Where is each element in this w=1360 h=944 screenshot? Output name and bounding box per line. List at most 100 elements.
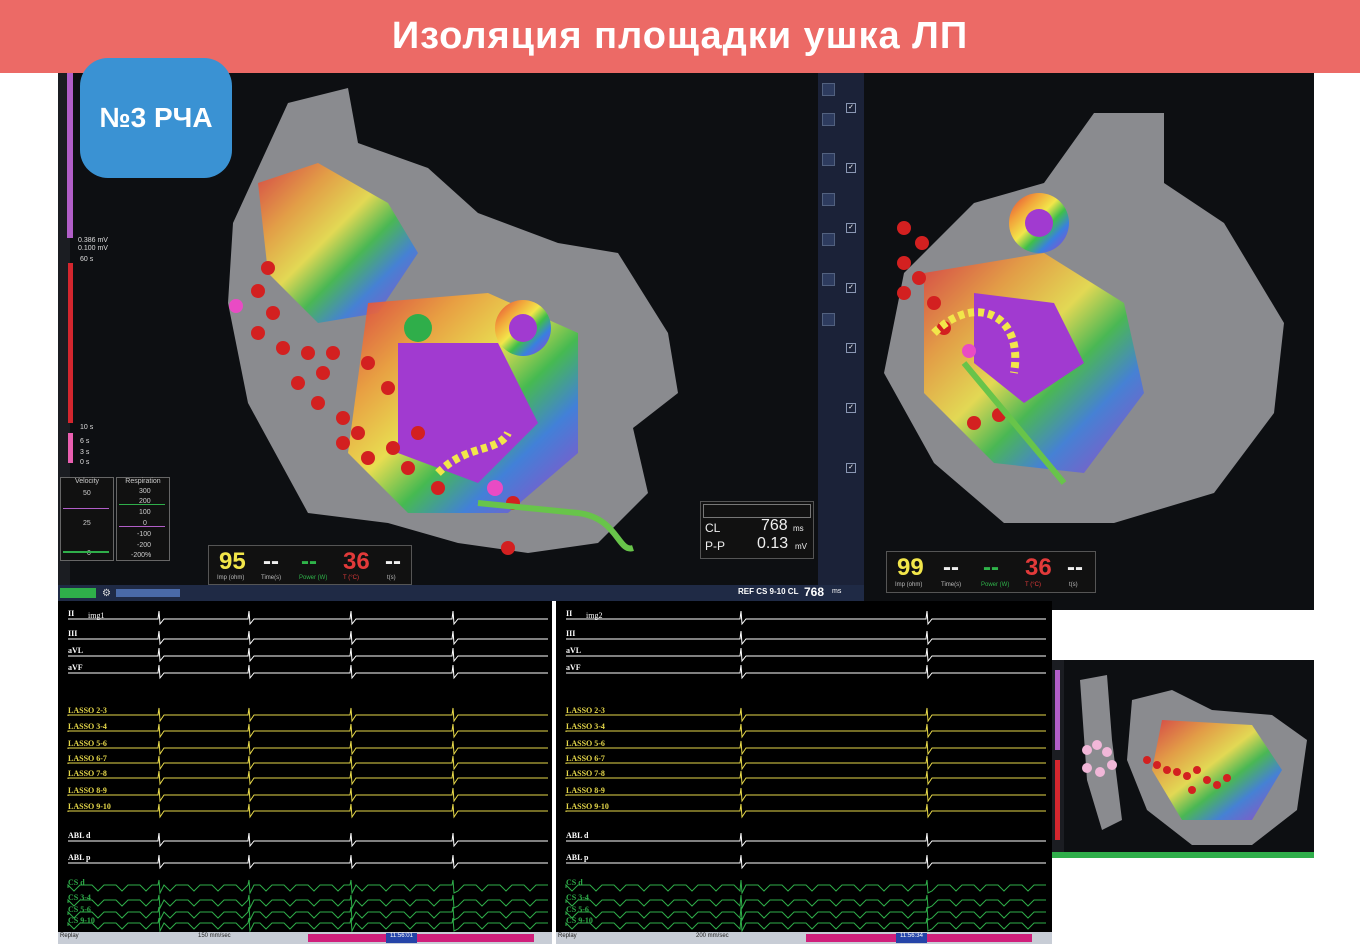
ecg-right-trace: [565, 770, 1046, 786]
cl-icon-row[interactable]: [703, 504, 811, 518]
visibility-check-7[interactable]: ✓: [846, 463, 856, 473]
pp-unit: mV: [795, 542, 807, 551]
ecg-right-traces: [565, 610, 1046, 932]
ablation-stats-main: 95 Imp (ohm) -- Time(s) -- Power (W) 36 …: [208, 545, 412, 585]
secondary-appendage-core: [1025, 209, 1053, 237]
temp-label: T (°C): [343, 575, 359, 581]
ecg-left-trace: [67, 917, 548, 932]
tool-button-5[interactable]: [822, 233, 835, 246]
ecg-right-trace: [566, 610, 1046, 626]
ecg-left-time: 11:56:01: [386, 933, 417, 943]
ecg-left-speed[interactable]: 150 mm/sec: [198, 933, 231, 943]
imp-label: Imp (ohm): [217, 575, 245, 581]
ecg-right-trace: [566, 630, 1046, 646]
ecg-panel-right[interactable]: img2 II III aVL aVF LASSO 2-3 LASSO 3-4 LASSO …: [556, 601, 1052, 944]
ecg-right-trace: [565, 917, 1046, 932]
cl-panel: CL 768 ms P-P 0.13 mV: [700, 501, 814, 559]
map-toolbar: ✓ ✓ ✓ ✓ ✓ ✓ ✓: [818, 73, 864, 601]
pp-label: P-P: [705, 539, 726, 553]
ecg-left-trace: [67, 787, 548, 803]
ecg-right-trace: [565, 755, 1046, 771]
ecg-left-trace: [68, 630, 548, 646]
ecg-right-speed[interactable]: 200 mm/sec: [696, 933, 729, 943]
ecg-left-timeline[interactable]: [308, 934, 534, 942]
ecg-left-trace: [67, 755, 548, 771]
ecg-left-trace: [67, 770, 548, 786]
secondary-anatomy-map[interactable]: [864, 73, 1314, 610]
ecg-left-trace: [67, 723, 548, 739]
tool-button-4[interactable]: [822, 193, 835, 206]
ecg-left-status: Replay 150 mm/sec 11:56:01: [58, 932, 552, 944]
ecg-left-trace: [67, 894, 548, 910]
visibility-check-1[interactable]: ✓: [846, 103, 856, 113]
power-value: --: [301, 548, 317, 575]
ecg-right-time: 11:56:34: [896, 933, 927, 943]
ecg-left-trace: [67, 707, 548, 723]
ecg-right-trace: [565, 723, 1046, 739]
cl-value: 768: [761, 517, 788, 534]
tool-button-7[interactable]: [822, 313, 835, 326]
ecg-panel-left[interactable]: img1 II III aVL aVF LASSO 2-3 LASSO 3-4 LASSO …: [58, 601, 552, 944]
ecg-left-trace: [68, 610, 548, 626]
ecg-right-trace: [565, 707, 1046, 723]
tool-button-2[interactable]: [822, 113, 835, 126]
last-label: t(s): [387, 575, 396, 581]
secondary-time-value: --: [943, 554, 959, 581]
ref-value: 768: [804, 585, 825, 599]
secondary-temp-label: T (°C): [1025, 582, 1041, 588]
time-label: Time(s): [261, 575, 282, 581]
cl-unit: ms: [793, 524, 804, 533]
ecg-left-traces: [67, 610, 548, 932]
ablation-stats-secondary: 99 Imp (ohm) -- Time(s) -- Power (W) 36 …: [886, 551, 1096, 593]
ecg-left-trace: [67, 803, 548, 819]
secondary-imp-value: 99: [897, 554, 924, 581]
ecg-left-trace: [67, 879, 548, 895]
time-value: --: [263, 548, 279, 575]
ref-label: REF CS 9-10 CL: [738, 587, 799, 596]
step-badge: №3 РЧА: [80, 58, 232, 178]
visibility-check-3[interactable]: ✓: [846, 223, 856, 233]
ecg-left-trace: [68, 832, 548, 848]
tool-button-3[interactable]: [822, 153, 835, 166]
ecg-right-trace: [566, 854, 1046, 870]
power-label: Power (W): [299, 575, 328, 581]
temp-value: 36: [343, 548, 370, 575]
last-value: --: [385, 548, 401, 575]
secondary-map-view[interactable]: 99 Imp (ohm) -- Time(s) -- Power (W) 36 …: [864, 73, 1314, 610]
ecg-left-trace: [67, 906, 548, 922]
visibility-check-4[interactable]: ✓: [846, 283, 856, 293]
record-indicator[interactable]: [60, 588, 96, 598]
mini-map-view[interactable]: [1052, 660, 1314, 858]
ecg-right-trace: [566, 832, 1046, 848]
appendage-core: [509, 314, 537, 342]
catheter-magnet: [487, 480, 503, 496]
secondary-power-label: Power (W): [981, 582, 1010, 588]
secondary-catheter-magnet: [962, 344, 976, 358]
ecg-right-trace: [565, 740, 1046, 756]
visibility-check-6[interactable]: ✓: [846, 403, 856, 413]
mini-anatomy-map: [1080, 675, 1307, 845]
ecg-left-mode[interactable]: Replay: [60, 933, 79, 943]
secondary-temp-value: 36: [1025, 554, 1052, 581]
tool-button-1[interactable]: [822, 83, 835, 96]
gear-icon[interactable]: ⚙: [102, 588, 111, 599]
secondary-power-value: --: [983, 554, 999, 581]
banner-title: Изоляция площадки ушка ЛП: [391, 15, 969, 57]
pink-marker: [229, 299, 243, 313]
ref-unit: ms: [832, 588, 842, 595]
ecg-right-mode[interactable]: Replay: [558, 933, 577, 943]
mini-footer: [1052, 852, 1314, 858]
cl-label: CL: [705, 521, 721, 535]
pp-value: 0.13: [757, 535, 789, 552]
secondary-last-value: --: [1067, 554, 1083, 581]
catheter-tip: [404, 314, 432, 342]
secondary-imp-label: Imp (ohm): [895, 582, 923, 588]
visibility-check-2[interactable]: ✓: [846, 163, 856, 173]
ecg-left-trace: [68, 647, 548, 663]
ecg-right-status: Replay 200 mm/sec 11:56:34: [556, 932, 1052, 944]
imp-value: 95: [219, 548, 246, 575]
visibility-check-5[interactable]: ✓: [846, 343, 856, 353]
ecg-right-trace: [566, 664, 1046, 680]
badge-label: №3 РЧА: [99, 102, 213, 133]
tool-button-6[interactable]: [822, 273, 835, 286]
